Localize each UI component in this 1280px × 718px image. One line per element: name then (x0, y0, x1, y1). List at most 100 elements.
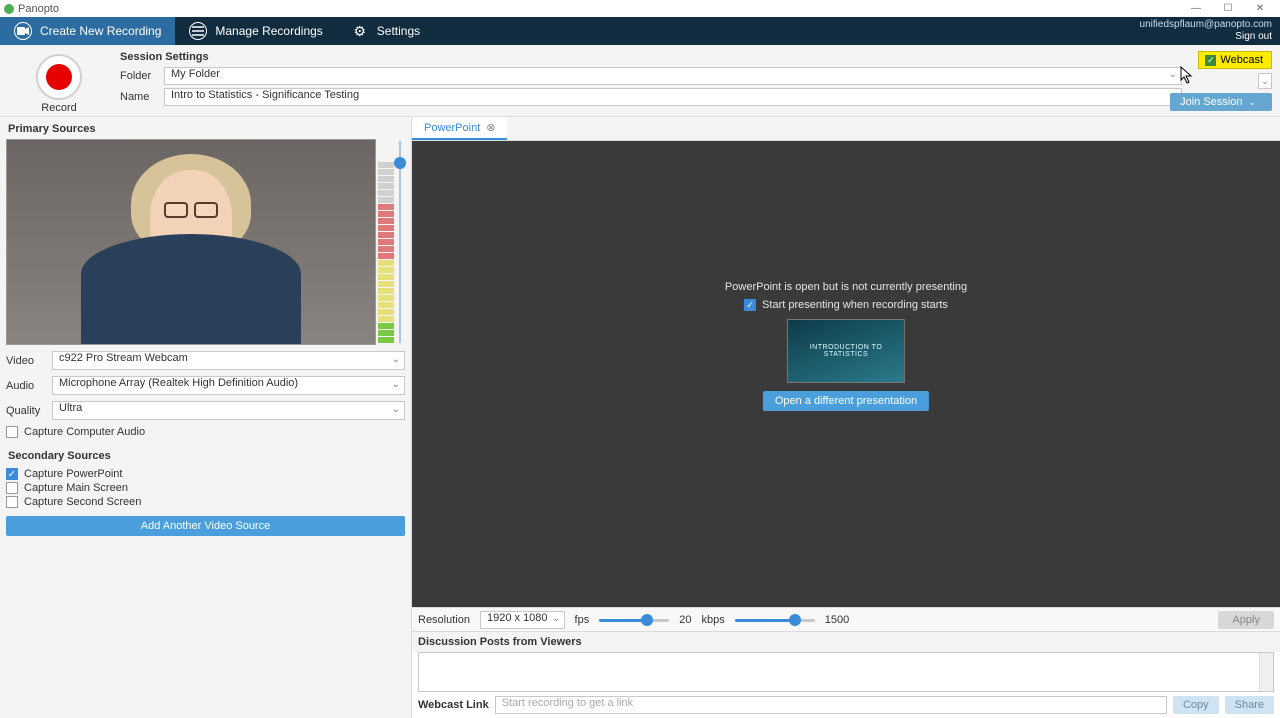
chevron-down-icon: ⌄ (392, 379, 400, 390)
copy-button[interactable]: Copy (1173, 696, 1219, 714)
tab-powerpoint[interactable]: PowerPoint ⊗ (412, 117, 507, 140)
capture-main-screen-checkbox[interactable]: Capture Main Screen (6, 482, 405, 494)
audio-source-select[interactable]: Microphone Array (Realtek High Definitio… (52, 376, 405, 395)
folder-label: Folder (120, 70, 164, 82)
open-presentation-button[interactable]: Open a different presentation (763, 391, 929, 411)
capture-powerpoint-label: Capture PowerPoint (24, 468, 122, 480)
chevron-down-icon: ⌄ (1248, 97, 1256, 108)
user-email: unifiedspflaum@panopto.com (1140, 19, 1272, 31)
check-icon: ✓ (1205, 55, 1216, 66)
content-tabs: PowerPoint ⊗ (412, 117, 1280, 141)
folder-value: My Folder (171, 68, 220, 80)
session-dropdown[interactable]: ⌄ (1258, 73, 1272, 89)
slider-thumb-icon (641, 614, 653, 626)
quality-value: Ultra (59, 402, 82, 414)
webcast-link-placeholder: Start recording to get a link (502, 697, 633, 709)
create-new-recording-button[interactable]: Create New Recording (0, 17, 175, 45)
webcast-label: Webcast (1220, 54, 1263, 66)
session-heading: Session Settings (120, 51, 1272, 63)
secondary-sources-heading: Secondary Sources (6, 448, 405, 466)
resolution-value: 1920 x 1080 (487, 612, 548, 624)
open-presentation-label: Open a different presentation (775, 395, 917, 407)
video-src-label: Video (6, 355, 46, 367)
webcast-toggle[interactable]: ✓ Webcast (1198, 51, 1272, 69)
encoding-settings: Resolution 1920 x 1080 ⌄ fps 20 kbps 150… (412, 607, 1280, 631)
apply-button[interactable]: Apply (1218, 611, 1274, 629)
join-session-label: Join Session (1180, 96, 1242, 108)
right-column: PowerPoint ⊗ PowerPoint is open but is n… (412, 117, 1280, 718)
camera-icon (14, 22, 32, 40)
settings-button[interactable]: ⚙ Settings (337, 17, 434, 45)
app-icon (4, 4, 14, 14)
powerpoint-status: PowerPoint is open but is not currently … (725, 281, 967, 293)
signout-link[interactable]: Sign out (1235, 31, 1272, 43)
close-button[interactable]: ✕ (1244, 3, 1276, 14)
audio-src-label: Audio (6, 380, 46, 392)
resolution-select[interactable]: 1920 x 1080 ⌄ (480, 611, 565, 629)
window-titlebar: Panopto — ☐ ✕ (0, 0, 1280, 17)
app-title: Panopto (18, 3, 59, 15)
auto-start-label: Start presenting when recording starts (762, 299, 948, 311)
capture-audio-label: Capture Computer Audio (24, 426, 145, 438)
capture-second-screen-checkbox[interactable]: Capture Second Screen (6, 496, 405, 508)
join-session-button[interactable]: Join Session ⌄ (1170, 93, 1272, 111)
record-label: Record (10, 102, 108, 114)
fps-slider[interactable] (599, 613, 669, 627)
create-label: Create New Recording (40, 24, 161, 38)
slider-thumb-icon (394, 157, 406, 169)
maximize-button[interactable]: ☐ (1212, 3, 1244, 14)
quality-label: Quality (6, 405, 46, 417)
auto-start-checkbox[interactable]: ✓ Start presenting when recording starts (725, 299, 967, 311)
list-icon (189, 22, 207, 40)
add-video-source-button[interactable]: Add Another Video Source (6, 516, 405, 536)
webcast-link-input[interactable]: Start recording to get a link (495, 696, 1167, 714)
slide-thumbnail: INTRODUCTION TO STATISTICS (787, 319, 905, 383)
chevron-down-icon: ⌄ (1169, 69, 1177, 80)
video-source-select[interactable]: c922 Pro Stream Webcam ⌄ (52, 351, 405, 370)
share-label: Share (1235, 699, 1264, 711)
chevron-down-icon: ⌄ (392, 354, 400, 365)
kbps-slider[interactable] (735, 613, 815, 627)
apply-label: Apply (1232, 614, 1260, 626)
quality-select[interactable]: Ultra ⌄ (52, 401, 405, 420)
name-input[interactable]: Intro to Statistics - Significance Testi… (164, 88, 1182, 106)
session-settings: Session Settings Folder My Folder ⌄ Name… (0, 45, 1280, 117)
add-source-label: Add Another Video Source (141, 520, 270, 532)
webcast-link-row: Webcast Link Start recording to get a li… (412, 696, 1280, 718)
minimize-button[interactable]: — (1180, 3, 1212, 14)
webcast-link-label: Webcast Link (418, 699, 489, 711)
chevron-down-icon: ⌄ (552, 613, 560, 624)
record-icon (46, 64, 72, 90)
name-value: Intro to Statistics - Significance Testi… (171, 89, 359, 101)
slider-thumb-icon (789, 614, 801, 626)
capture-powerpoint-checkbox[interactable]: ✓ Capture PowerPoint (6, 468, 405, 480)
checkbox-icon: ✓ (744, 299, 756, 311)
manage-recordings-button[interactable]: Manage Recordings (175, 17, 336, 45)
slide-title: INTRODUCTION TO STATISTICS (788, 344, 904, 358)
resolution-label: Resolution (418, 614, 470, 626)
close-tab-icon[interactable]: ⊗ (486, 121, 495, 134)
video-source-value: c922 Pro Stream Webcam (59, 352, 188, 364)
gear-icon: ⚙ (351, 22, 369, 40)
capture-computer-audio-checkbox[interactable]: Capture Computer Audio (6, 426, 405, 438)
capture-main-label: Capture Main Screen (24, 482, 128, 494)
name-label: Name (120, 91, 164, 103)
discussion-posts (418, 652, 1274, 692)
scrollbar[interactable] (1259, 653, 1273, 691)
manage-label: Manage Recordings (215, 24, 322, 38)
primary-sources-heading: Primary Sources (6, 121, 405, 139)
record-button[interactable] (36, 54, 82, 100)
checkbox-icon (6, 496, 18, 508)
tab-label: PowerPoint (424, 122, 480, 134)
kbps-value: 1500 (825, 614, 849, 626)
video-preview (6, 139, 376, 345)
audio-source-value: Microphone Array (Realtek High Definitio… (59, 377, 298, 389)
folder-select[interactable]: My Folder ⌄ (164, 67, 1182, 85)
checkbox-icon (6, 426, 18, 438)
volume-slider[interactable] (396, 139, 404, 345)
chevron-down-icon: ⌄ (392, 404, 400, 415)
audio-meter (378, 139, 394, 345)
user-box: unifiedspflaum@panopto.com Sign out (1132, 17, 1280, 45)
top-nav: Create New Recording Manage Recordings ⚙… (0, 17, 1280, 45)
share-button[interactable]: Share (1225, 696, 1274, 714)
